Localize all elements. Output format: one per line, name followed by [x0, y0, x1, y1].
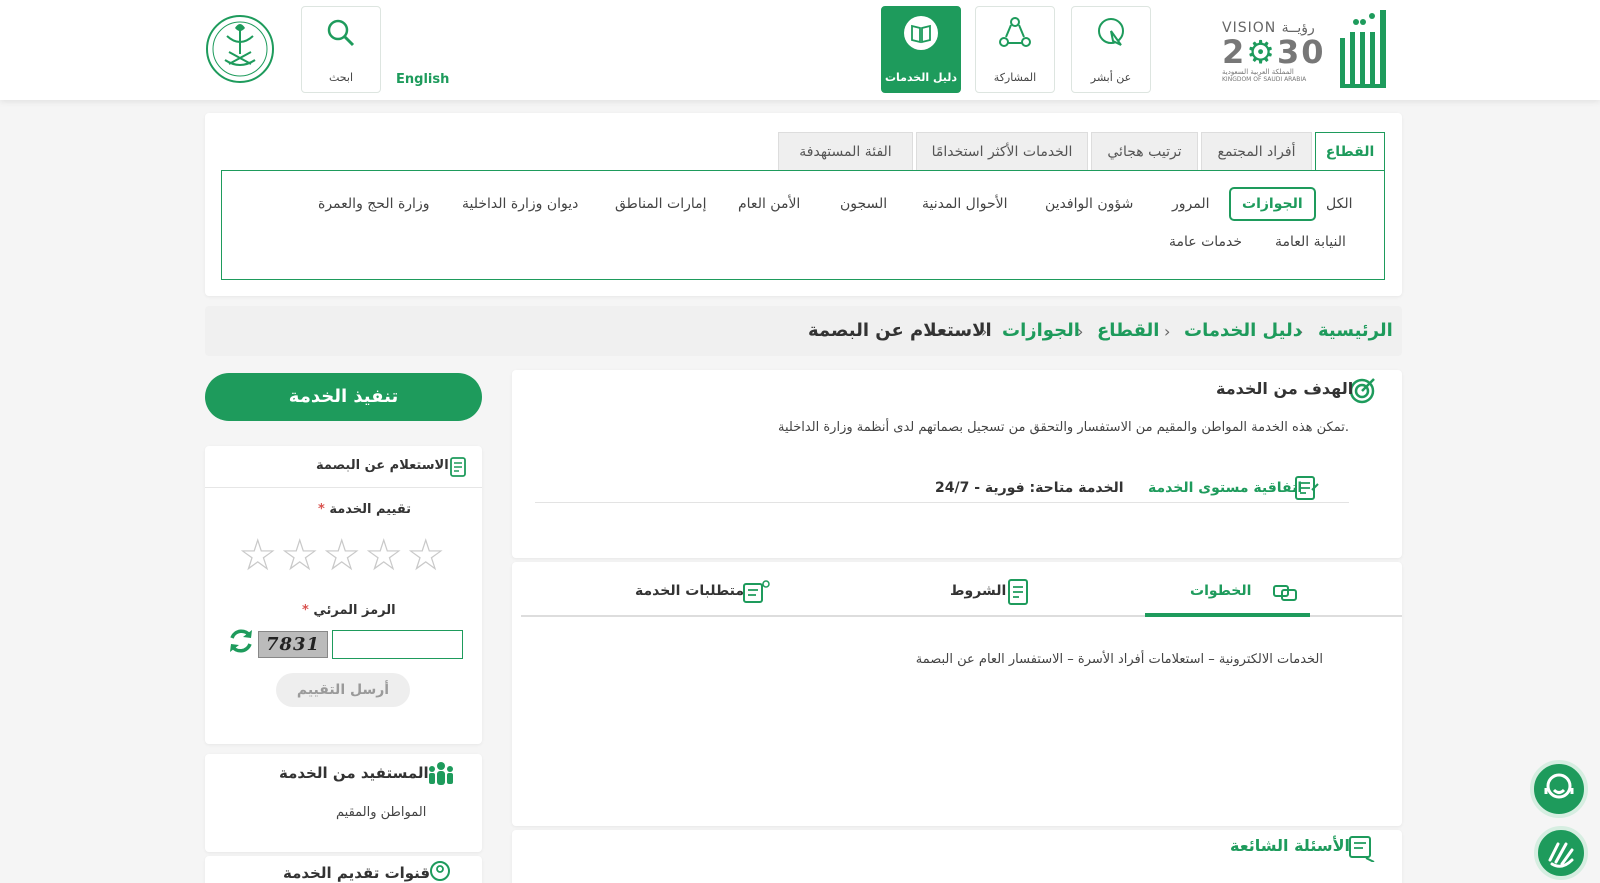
- captcha-label-text: الرمز المرئي: [313, 603, 396, 618]
- sector-chips-panel: [221, 170, 1385, 280]
- site-header: VISION رؤيــة 2⚙30 المملكة العربية السعو…: [0, 0, 1600, 100]
- divider: [535, 502, 1349, 503]
- beneficiary-value: المواطن والمقيم: [336, 805, 427, 820]
- goal-description: تمكن هذه الخدمة المواطن والمقيم من الاست…: [778, 420, 1349, 435]
- sla-value: الخدمة متاحة: فورية - 24/7: [935, 480, 1124, 496]
- send-rating-button[interactable]: أرسل التقييم: [276, 673, 410, 707]
- location-cursor-icon: [1098, 18, 1124, 46]
- chip-prisons[interactable]: السجون: [840, 196, 887, 212]
- vision-2030-logo: VISION رؤيــة 2⚙30 المملكة العربية السعو…: [1222, 20, 1326, 83]
- steps-icon: [1273, 585, 1297, 601]
- nav-participation[interactable]: المشاركة: [975, 6, 1055, 93]
- rating-star-4[interactable]: ☆: [364, 534, 403, 578]
- rating-star-1[interactable]: ☆: [238, 534, 277, 578]
- chip-moi-diwan[interactable]: ديوان وزارة الداخلية: [462, 196, 578, 212]
- chip-all[interactable]: الكل: [1326, 196, 1353, 212]
- tab-steps[interactable]: الخطوات: [1190, 578, 1320, 608]
- checklist-icon: [1008, 579, 1028, 605]
- people-group-icon: [429, 762, 453, 785]
- captcha-label: * الرمز المرئي: [302, 603, 396, 618]
- tab-conditions[interactable]: الشروط: [950, 578, 1060, 608]
- nav-label: المشاركة: [993, 71, 1037, 84]
- tab-label: الشروط: [950, 583, 1007, 599]
- required-mark: *: [302, 603, 309, 618]
- faq-title[interactable]: الأسئلة الشائعة: [1230, 836, 1350, 855]
- chip-hajj-umrah[interactable]: وزارة الحج والعمرة: [318, 196, 429, 212]
- tab-target-group[interactable]: الفئة المستهدفة: [778, 132, 913, 170]
- rating-star-5[interactable]: ☆: [406, 534, 445, 578]
- chip-passports[interactable]: الجوازات: [1229, 187, 1316, 221]
- tab-most-used[interactable]: الخدمات الأكثر استخدامًا: [916, 132, 1088, 170]
- book-icon: [904, 16, 938, 50]
- required-mark: *: [318, 502, 325, 517]
- chip-expats[interactable]: شؤون الوافدين: [1045, 196, 1133, 212]
- sla-label: اتفاقية مستوى الخدمة: [1148, 480, 1303, 496]
- tab-sector[interactable]: القطاع: [1315, 132, 1385, 172]
- breadcrumb-services-guide[interactable]: دليل الخدمات: [1184, 320, 1302, 341]
- breadcrumb-sector[interactable]: القطاع: [1097, 320, 1159, 341]
- service-document-icon: [450, 457, 466, 477]
- chip-public-prosecution[interactable]: النيابة العامة: [1275, 234, 1346, 250]
- steps-text: الخدمات الالكترونية – استعلامات أفراد ال…: [915, 652, 1323, 667]
- tab-alphabetical[interactable]: ترتيب هجائي: [1091, 132, 1198, 170]
- support-agent-icon: [1544, 773, 1574, 799]
- saudi-emblem-icon: [205, 14, 275, 84]
- chip-civil-affairs[interactable]: الأحوال المدنية: [922, 196, 1008, 212]
- nav-search[interactable]: ابحث: [301, 6, 381, 93]
- faq-icon: [1349, 836, 1375, 862]
- tab-label: الخطوات: [1190, 583, 1252, 599]
- service-goal-panel: [512, 370, 1402, 558]
- beneficiary-title: المستفيد من الخدمة: [279, 764, 429, 782]
- language-switch-link[interactable]: English: [396, 72, 449, 87]
- captcha-input[interactable]: [332, 630, 463, 659]
- refresh-icon[interactable]: [226, 626, 256, 656]
- channels-title: قنوات تقديم الخدمة: [283, 864, 431, 882]
- chip-traffic[interactable]: المرور: [1172, 196, 1210, 212]
- share-network-icon: [999, 17, 1031, 47]
- rating-star-3[interactable]: ☆: [322, 534, 361, 578]
- chat-support-button[interactable]: [1530, 760, 1588, 818]
- captcha-image: 7831: [258, 631, 328, 658]
- breadcrumb-passports[interactable]: الجوازات: [1002, 320, 1080, 341]
- nav-label: ابحث: [328, 71, 354, 84]
- absher-logo[interactable]: [1332, 8, 1394, 92]
- tab-label: متطلبات الخدمة: [635, 583, 745, 599]
- sidebar-service-name: الاستعلام عن البصمة: [316, 458, 449, 473]
- execute-service-button[interactable]: تنفيذ الخدمة: [205, 373, 482, 421]
- chip-emirates[interactable]: إمارات المناطق: [615, 196, 707, 212]
- sign-language-button[interactable]: [1534, 826, 1588, 880]
- active-tab-indicator: [1145, 613, 1310, 617]
- nav-services-guide[interactable]: دليل الخدمات: [881, 6, 961, 93]
- nav-about-absher[interactable]: عن أبشر: [1071, 6, 1151, 93]
- tab-requirements[interactable]: متطلبات الخدمة: [635, 578, 775, 608]
- breadcrumb-home[interactable]: الرئيسية: [1318, 320, 1393, 341]
- nav-label: دليل الخدمات: [884, 71, 958, 84]
- chip-general-services[interactable]: خدمات عامة: [1169, 234, 1242, 250]
- nav-label: عن أبشر: [1090, 71, 1132, 84]
- chip-public-security[interactable]: الأمن العام: [738, 196, 800, 212]
- breadcrumb-separator: ›: [1164, 322, 1171, 341]
- goal-title: الهدف من الخدمة: [1216, 379, 1354, 398]
- tab-community[interactable]: أفراد المجتمع: [1201, 132, 1312, 170]
- search-icon: [327, 19, 355, 47]
- rating-star-2[interactable]: ☆: [280, 534, 319, 578]
- rating-label-text: تقييم الخدمة: [329, 502, 412, 517]
- divider: [205, 487, 482, 488]
- rating-label: * تقييم الخدمة: [318, 502, 411, 517]
- breadcrumb-current: الاستعلام عن البصمة: [808, 320, 992, 341]
- sign-language-icon: [1548, 842, 1574, 868]
